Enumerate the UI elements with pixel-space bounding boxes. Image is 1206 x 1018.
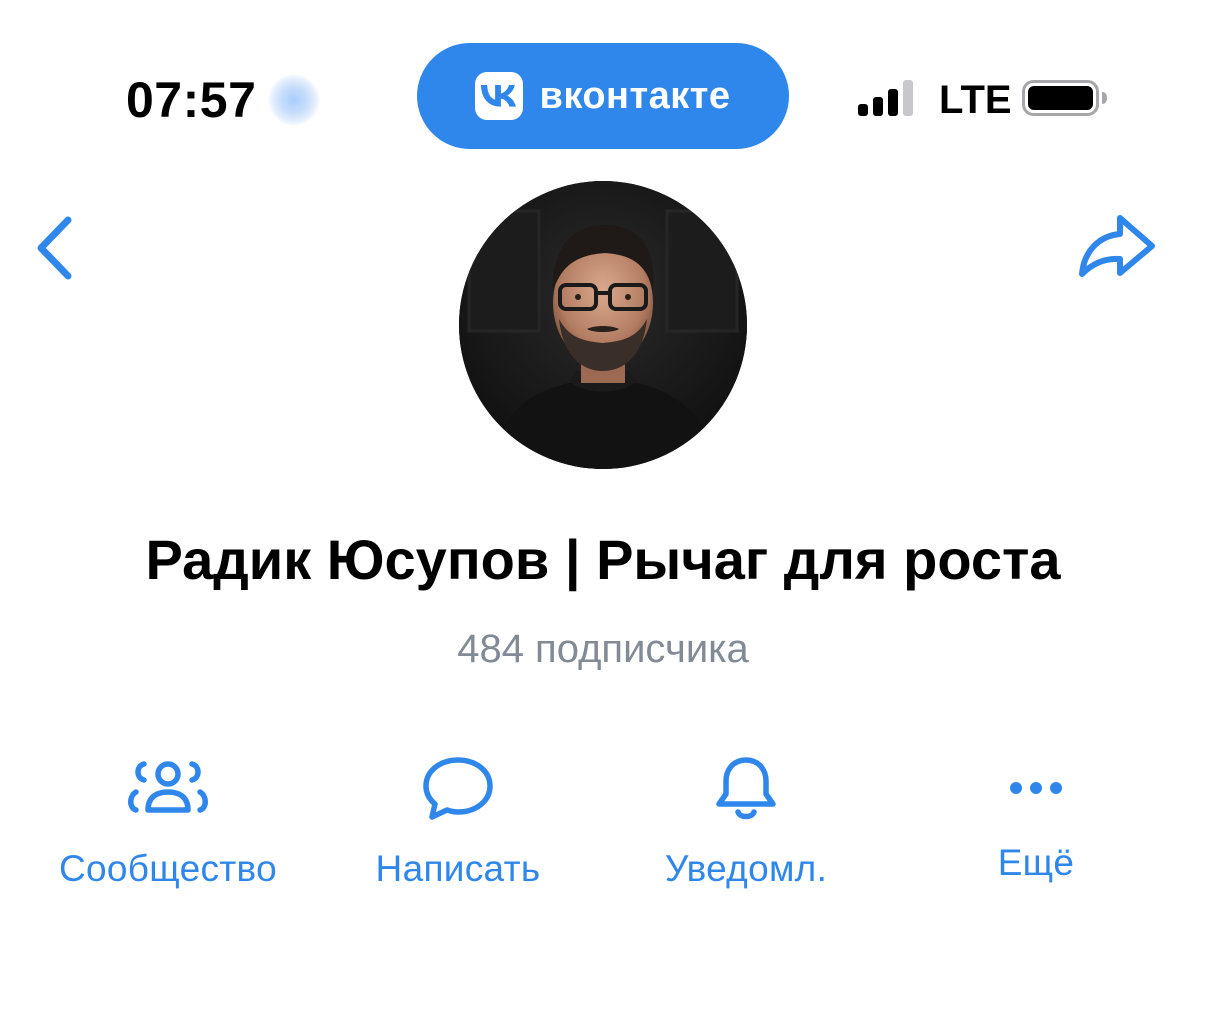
chevron-left-icon[interactable]	[28, 212, 84, 284]
more-button[interactable]: Ещё	[936, 746, 1136, 888]
battery-icon	[1022, 80, 1107, 116]
page-title: Радик Юсупов | Рычаг для роста	[145, 528, 1061, 591]
write-message-label: Написать	[375, 848, 541, 889]
write-message-button[interactable]: Написать	[338, 746, 578, 894]
network-type: LTE	[939, 78, 1012, 122]
subscribers-count[interactable]: 484 подписчика	[0, 624, 1206, 674]
community-label: Сообщество	[59, 848, 277, 889]
cellular-signal-icon	[858, 80, 913, 116]
avatar[interactable]	[459, 181, 747, 469]
more-label: Ещё	[997, 842, 1075, 883]
vk-logo-icon	[475, 72, 524, 120]
status-time: 07:57	[126, 72, 257, 128]
bell-icon	[716, 757, 776, 820]
share-arrow-icon[interactable]	[1074, 212, 1158, 282]
vk-app-name: вконтакте	[539, 75, 731, 117]
community-button[interactable]: Сообщество	[38, 746, 298, 894]
message-bubble-icon	[423, 757, 493, 820]
community-icon	[128, 761, 208, 813]
avatar-photo	[459, 181, 747, 469]
location-indicator-icon	[268, 74, 320, 126]
notifications-label: Уведомл.	[664, 848, 828, 889]
vk-app-badge[interactable]: вконтакте	[417, 43, 789, 149]
notifications-button[interactable]: Уведомл.	[626, 746, 866, 894]
more-dots-icon	[1010, 782, 1062, 794]
profile-screen: 07:57 вконтакте LTE Радик Юсупов | Рычаг…	[0, 0, 1206, 1018]
